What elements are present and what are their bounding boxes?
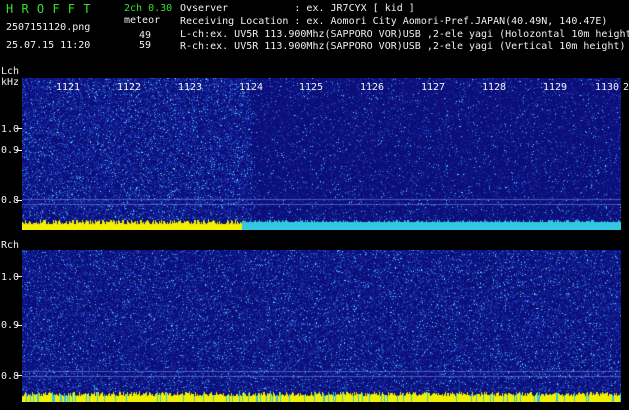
time-tick-1122: 1122 [117,82,142,93]
lch-spectrogram [22,78,621,230]
app-title: H R O F F T [6,2,91,16]
time-tick-1121: 1121 [56,82,81,93]
meteor-label: meteor [124,15,161,26]
time-tick-1127: 1127 [421,82,446,93]
lch-label: Lch [1,66,20,77]
time-tick-1129: 1129 [543,82,568,93]
observer-line: Ovserver : ex. JR7CYX [ kid ] [180,3,415,14]
channel-mode: 2ch 0.30 [124,3,173,14]
rch-info-line: R-ch:ex. UV5R 113.900Mhz(SAPPORO VOR)USB… [180,41,626,52]
time-tick-1123: 1123 [178,82,203,93]
lch-y-tick-1-0: 1.0 [1,124,20,135]
lch-info-line: L-ch:ex. UV5R 113.900Mhz(SAPPORO VOR)USB… [180,29,629,40]
time-tick-1126: 1126 [360,82,385,93]
rch-meteor-count: 59 [139,40,152,51]
rch-y-tick-0-8: 0.8 [1,371,20,382]
time-tick-1128: 1128 [482,82,507,93]
rch-spectrogram [22,250,621,402]
time-tick-1130: 1130 [595,82,620,93]
khz-label: kHz [1,77,20,88]
filename: 2507151120.png [6,22,91,33]
time-tick-1124: 1124 [239,82,264,93]
rch-y-tick-1-0: 1.0 [1,272,20,283]
rch-label: Rch [1,240,20,251]
location-line: Receiving Location : ex. Aomori City Aom… [180,16,608,27]
time-tick-1125: 1125 [299,82,324,93]
time-tick-overflow: 2 [623,82,629,93]
datetime: 25.07.15 11:20 [6,40,91,51]
